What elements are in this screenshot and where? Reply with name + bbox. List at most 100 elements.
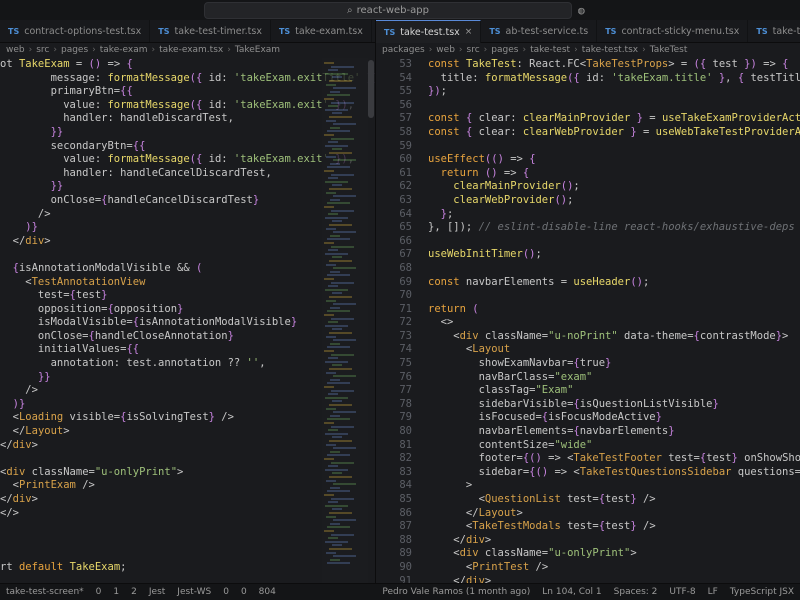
code-line[interactable] [0, 534, 375, 548]
status-item[interactable]: 2 [125, 587, 143, 597]
right-tab[interactable]: TS ab-test-service.ts [481, 20, 598, 42]
breadcrumb-left[interactable]: web › src › pages › take-exam › take-exam.tsx › Ta… [0, 43, 375, 57]
code-line[interactable]: onClose={handleCancelDiscardTest} [0, 194, 375, 208]
code-line[interactable]: <div className="u-onlyPrint"> [0, 466, 375, 480]
status-item-right[interactable]: LF [702, 587, 724, 597]
code-line[interactable]: title: formatMessage({ id: 'takeExam.tit… [428, 72, 800, 86]
code-line[interactable]: </div> [428, 534, 800, 548]
breadcrumb-item[interactable]: take-exam [100, 45, 148, 55]
status-item-right[interactable]: Ln 104, Col 1 [536, 587, 607, 597]
code-line[interactable]: <Loading visible={isSolvingTest} /> [0, 411, 375, 425]
status-item[interactable]: take-test-screen* [0, 587, 90, 597]
code-line[interactable] [428, 140, 800, 154]
code-line[interactable]: showExamNavbar={true} [428, 357, 800, 371]
status-item-right[interactable]: Pedro Vale Ramos (1 month ago) [376, 587, 536, 597]
code-line[interactable]: ot TakeExam = () => { [0, 58, 375, 72]
code-line[interactable]: rt default TakeExam; [0, 561, 375, 575]
code-line[interactable]: )} [0, 221, 375, 235]
breadcrumb-item[interactable]: pages [491, 45, 518, 55]
right-tab[interactable]: TS take-test-timer.tsx [748, 20, 800, 42]
status-item[interactable]: Jest-WS [171, 587, 217, 597]
code-line[interactable]: handler: handleCancelDiscardTest, [0, 167, 375, 181]
code-line[interactable]: <> [428, 316, 800, 330]
code-line[interactable]: }; [428, 208, 800, 222]
status-item[interactable]: 0 [90, 587, 108, 597]
code-line[interactable]: return ( [428, 303, 800, 317]
code-line[interactable]: {isAnnotationModalVisible && ( [0, 262, 375, 276]
code-line[interactable]: <PrintTest /> [428, 561, 800, 575]
right-tab[interactable]: TS contract-sticky-menu.tsx [597, 20, 749, 42]
status-item[interactable]: 0 [217, 587, 235, 597]
left-tab[interactable]: TS contract-options-test.tsx [0, 20, 151, 42]
code-line[interactable]: </div> [0, 235, 375, 249]
breadcrumb-item[interactable]: TakeTest [650, 45, 688, 55]
code-line[interactable]: value: formatMessage({ id: 'takeExam.exi… [0, 99, 375, 113]
code-line[interactable]: <PrintExam /> [0, 479, 375, 493]
code-line[interactable]: const TakeTest: React.FC<TakeTestProps> … [428, 58, 800, 72]
code-line[interactable]: primaryBtn={{ [0, 85, 375, 99]
code-line[interactable]: <TakeTestModals test={test} /> [428, 520, 800, 534]
breadcrumb-item[interactable]: web [6, 45, 25, 55]
code-line[interactable]: isFocused={isFocusModeActive} [428, 411, 800, 425]
status-item[interactable]: 0 [235, 587, 253, 597]
code-line[interactable]: )} [0, 398, 375, 412]
code-line[interactable]: navBarClass="exam" [428, 371, 800, 385]
code-line[interactable]: /> [0, 384, 375, 398]
code-editor-left[interactable]: ot TakeExam = () => { message: formatMes… [0, 58, 375, 584]
code-line[interactable]: navbarElements={navbarElements} [428, 425, 800, 439]
code-line[interactable]: </div> [0, 439, 375, 453]
code-line[interactable]: const { clear: clearWebProvider } = useW… [428, 126, 800, 140]
breadcrumb-item[interactable]: take-test.tsx [582, 45, 638, 55]
breadcrumb-item[interactable]: take-exam.tsx [159, 45, 223, 55]
code-line[interactable]: </> [0, 507, 375, 521]
code-line[interactable]: sidebar={() => <TakeTestQuestionsSidebar… [428, 466, 800, 480]
code-line[interactable]: </Layout> [428, 507, 800, 521]
status-item-right[interactable]: TypeScript JSX [724, 587, 800, 597]
code-line[interactable]: }} [0, 180, 375, 194]
code-line[interactable]: isModalVisible={isAnnotationModalVisible… [0, 316, 375, 330]
code-line[interactable]: }} [0, 371, 375, 385]
code-line[interactable]: return () => { [428, 167, 800, 181]
breadcrumb-item[interactable]: take-test [530, 45, 570, 55]
code-line[interactable] [428, 262, 800, 276]
code-line[interactable]: /> [0, 208, 375, 222]
code-line[interactable]: <div className="u-noPrint" data-theme={c… [428, 330, 800, 344]
code-line[interactable]: useEffect(() => { [428, 153, 800, 167]
code-line[interactable]: useWebInitTimer(); [428, 248, 800, 262]
breadcrumb-item[interactable]: src [36, 45, 49, 55]
code-line[interactable]: <div className="u-onlyPrint"> [428, 547, 800, 561]
code-line[interactable]: footer={() => <TakeTestFooter test={test… [428, 452, 800, 466]
code-line[interactable]: <TestAnnotationView [0, 276, 375, 290]
code-line[interactable]: onClose={handleCloseAnnotation} [0, 330, 375, 344]
code-line[interactable] [0, 452, 375, 466]
code-line[interactable]: opposition={opposition} [0, 303, 375, 317]
code-line[interactable]: }} [0, 126, 375, 140]
status-item-right[interactable]: UTF-8 [663, 587, 701, 597]
minimap-left[interactable] [322, 58, 368, 584]
breadcrumb-item[interactable]: TakeExam [235, 45, 280, 55]
code-line[interactable]: </Layout> [0, 425, 375, 439]
code-line[interactable]: contentSize="wide" [428, 439, 800, 453]
code-line[interactable]: message: formatMessage({ id: 'takeExam.e… [0, 72, 375, 86]
code-line[interactable]: test={test} [0, 289, 375, 303]
code-line[interactable]: }); [428, 85, 800, 99]
status-item-right[interactable]: Spaces: 2 [608, 587, 664, 597]
code-line[interactable]: }, []); // eslint-disable-line react-hoo… [428, 221, 800, 235]
right-tab[interactable]: TS take-test.tsx × [376, 20, 482, 43]
code-editor-right[interactable]: 53 54 55 56 57 58 59 60 61 62 63 64 65 66 67 68 69 70 71 72… [376, 58, 800, 584]
breadcrumb-item[interactable]: pages [61, 45, 88, 55]
code-line[interactable]: > [428, 479, 800, 493]
code-line[interactable] [428, 289, 800, 303]
code-line[interactable]: handler: handleDiscardTest, [0, 112, 375, 126]
breadcrumb-item[interactable]: web [436, 45, 455, 55]
scrollbar-left[interactable] [368, 60, 374, 118]
status-item[interactable]: 1 [107, 587, 125, 597]
breadcrumb-right[interactable]: packages › web › src › pages › take-test › take-te… [376, 43, 800, 57]
code-line[interactable] [428, 99, 800, 113]
close-tab-icon[interactable]: × [465, 27, 473, 37]
breadcrumb-item[interactable]: src [467, 45, 480, 55]
code-line[interactable]: initialValues={{ [0, 343, 375, 357]
code-line[interactable] [0, 547, 375, 561]
code-line[interactable]: clearMainProvider(); [428, 180, 800, 194]
code-line[interactable]: value: formatMessage({ id: 'takeExam.exi… [0, 153, 375, 167]
